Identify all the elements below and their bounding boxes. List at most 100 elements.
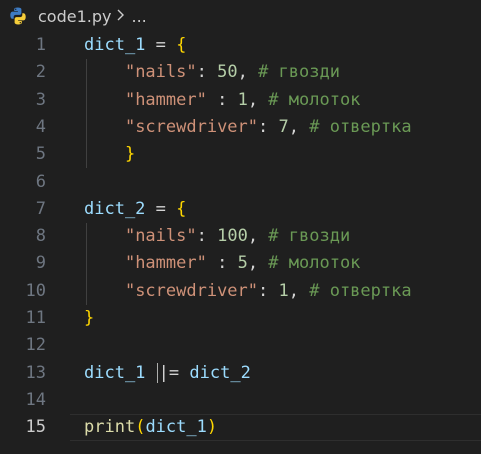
code-token: } <box>124 144 136 165</box>
breadcrumb-file[interactable]: code1.py <box>38 7 111 26</box>
code-token: { <box>176 35 187 55</box>
code-line[interactable]: 13 dict_1 |= dict_2 <box>0 360 481 387</box>
code-text: "hammer" : 5, # молоток <box>84 250 360 277</box>
code-text: dict_1 |= dict_2 <box>84 360 251 387</box>
code-token: 5 <box>237 253 248 274</box>
code-token: 50 <box>217 62 238 83</box>
code-token: # гвозди <box>258 62 340 83</box>
code-text: } <box>84 305 94 332</box>
code-text: } <box>84 141 135 168</box>
code-token: , <box>288 280 310 301</box>
code-token: , <box>247 253 269 274</box>
code-line[interactable]: 7 dict_2 = { <box>0 196 481 223</box>
code-text: dict_1 = { <box>84 32 186 59</box>
code-token: = <box>145 35 177 55</box>
code-text: "nails": 100, # гвозди <box>84 223 350 250</box>
code-token: 1 <box>237 89 248 110</box>
line-number: 10 <box>25 280 46 301</box>
line-number: 13 <box>25 362 46 383</box>
code-text: "screwdriver": 7, # отвертка <box>84 114 412 141</box>
code-line[interactable]: 11} <box>0 305 481 332</box>
code-line[interactable]: 3 "hammer" : 1, # молоток <box>0 87 481 114</box>
code-line[interactable]: 9 "hammer" : 5, # молоток <box>0 250 481 277</box>
code-token: # отвертка <box>309 116 412 137</box>
code-token: : <box>196 62 218 83</box>
code-token: 100 <box>217 226 248 247</box>
code-token: : <box>196 226 218 247</box>
code-token: # молоток <box>268 253 361 274</box>
code-token: "screwdriver" <box>124 280 259 301</box>
line-number: 3 <box>35 89 46 110</box>
code-text: print(dict_1) <box>84 414 217 441</box>
code-token: print <box>84 417 136 438</box>
code-line[interactable]: 15 print(dict_1) <box>0 414 481 442</box>
code-line[interactable]: 8 "nails": 100, # гвозди <box>0 223 481 250</box>
code-token: dict_2 <box>84 198 146 219</box>
code-token: , <box>247 226 269 247</box>
code-token: "nails" <box>124 226 197 247</box>
code-token: dict_1 <box>84 35 146 55</box>
line-number: 6 <box>35 171 46 192</box>
indent-guide <box>86 223 87 305</box>
breadcrumb: code1.py ... <box>0 0 481 32</box>
line-number: 12 <box>25 335 46 356</box>
indent-guide <box>86 59 87 169</box>
code-token: "hammer" <box>124 89 207 110</box>
code-editor[interactable]: 1 dict_1 = {2 "nails": 50, # гвозди 3 "ham… <box>0 32 481 454</box>
code-token: , <box>288 116 310 137</box>
code-line[interactable]: 1 dict_1 = { <box>0 32 481 59</box>
text-cursor <box>156 362 158 383</box>
code-token: # молоток <box>268 89 361 110</box>
code-token: ) <box>206 417 218 438</box>
line-number: 15 <box>25 417 46 438</box>
line-number: 1 <box>35 35 46 55</box>
code-token: 7 <box>278 116 289 137</box>
line-number: 11 <box>25 308 46 328</box>
code-text: "hammer" : 1, # молоток <box>84 87 360 114</box>
code-line[interactable]: 10 "screwdriver": 1, # отвертка <box>0 278 481 305</box>
code-token: "hammer" <box>124 253 207 274</box>
code-token: : <box>206 89 238 110</box>
code-token: dict_2 <box>189 362 251 383</box>
code-token: "nails" <box>124 62 197 83</box>
code-token: } <box>84 308 95 328</box>
code-line[interactable]: 6 <box>0 169 481 196</box>
code-token: # гвозди <box>268 226 351 247</box>
line-number: 4 <box>35 116 46 137</box>
code-line[interactable]: 12 <box>0 332 481 359</box>
code-text: "nails": 50, # гвозди <box>84 59 340 86</box>
code-text: dict_2 = { <box>84 196 186 223</box>
line-number: 5 <box>35 144 46 165</box>
line-number: 8 <box>35 226 46 247</box>
line-number: 14 <box>25 389 46 410</box>
code-text: "screwdriver": 1, # отвертка <box>84 278 412 305</box>
code-token: 1 <box>278 280 289 301</box>
code-token: dict_1 <box>84 362 146 383</box>
code-token: = <box>145 198 177 219</box>
code-token: "screwdriver" <box>124 116 259 137</box>
code-line[interactable]: 2 "nails": 50, # гвозди <box>0 59 481 86</box>
code-line[interactable]: 14 <box>0 387 481 414</box>
code-token: { <box>176 198 187 219</box>
line-number: 7 <box>35 198 46 219</box>
line-number: 2 <box>35 62 46 83</box>
code-line[interactable]: 5 } <box>0 141 481 168</box>
line-number: 9 <box>35 253 46 274</box>
code-token: , <box>237 62 259 83</box>
breadcrumb-more[interactable]: ... <box>131 7 146 26</box>
chevron-right-icon <box>116 7 126 26</box>
code-token: ( <box>135 417 146 438</box>
code-token: : <box>258 280 279 301</box>
code-token: : <box>258 116 279 137</box>
code-token: , <box>247 89 269 110</box>
code-token: # отвертка <box>309 280 412 301</box>
code-line[interactable]: 4 "screwdriver": 7, # отвертка <box>0 114 481 141</box>
